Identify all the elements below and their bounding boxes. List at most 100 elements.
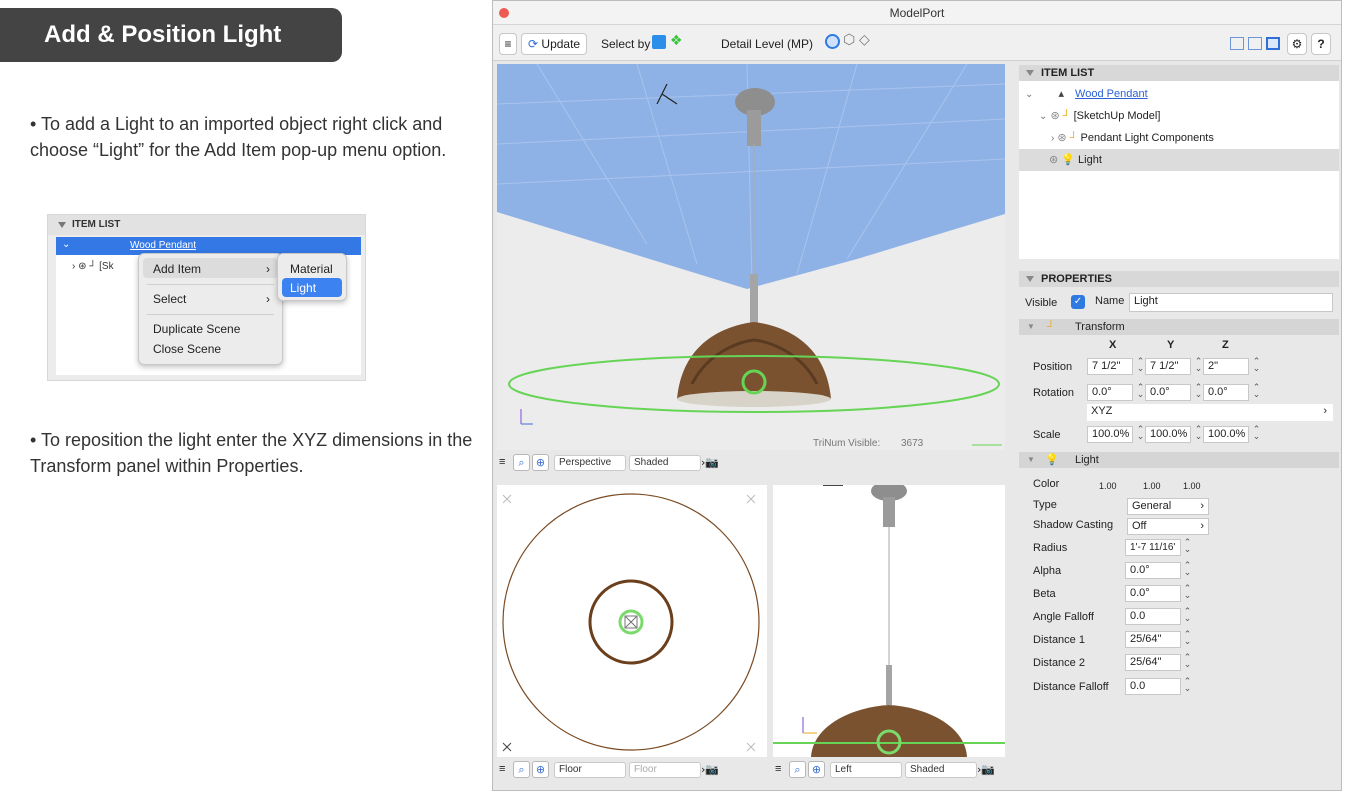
pendant-icon: ▴ (1058, 88, 1064, 100)
item-list-header[interactable]: ITEM LIST (1019, 65, 1339, 81)
render-mode-select[interactable]: Floor (629, 762, 701, 778)
close-window-button[interactable] (499, 8, 509, 18)
type-select[interactable]: General › (1127, 498, 1209, 515)
select-by-group-icon[interactable]: ❖ (670, 33, 683, 49)
detail-box-icon[interactable]: ⬡ (843, 32, 855, 48)
transform-header[interactable]: ▼ ┘ Transform (1019, 319, 1339, 335)
scale-x-stepper[interactable]: ⌃ ⌄ (1136, 426, 1145, 442)
perspective-viewport-bar: ≡ ⌕ ⊕ Perspective Shaded ›📷 (497, 453, 1005, 473)
axis-icon: ┘ (1069, 132, 1078, 144)
position-y-stepper[interactable]: ⌃ ⌄ (1194, 358, 1203, 374)
camera-select[interactable]: Left (830, 762, 902, 778)
perspective-viewport[interactable]: TriNum Visible: 3673 (497, 64, 1005, 450)
viewport-menu-icon[interactable]: ≡ (775, 763, 781, 775)
scale-label: Scale (1033, 429, 1061, 441)
scale-z-input[interactable]: 100.0% (1203, 426, 1249, 443)
distance-2-input[interactable]: 25/64" (1125, 654, 1181, 671)
shadow-casting-select[interactable]: Off › (1127, 518, 1209, 535)
color-r-value[interactable]: 1.00 (1099, 481, 1117, 491)
layout-quad-icon[interactable] (1266, 37, 1280, 50)
beta-stepper[interactable]: ⌃ ⌄ (1183, 585, 1192, 601)
submenu-item-material[interactable]: Material (290, 262, 333, 276)
visible-checkbox[interactable]: ✓ (1071, 295, 1085, 309)
render-mode-select[interactable]: Shaded (905, 762, 977, 778)
color-g-value[interactable]: 1.00 (1143, 481, 1161, 491)
position-x-stepper[interactable]: ⌃ ⌄ (1136, 358, 1145, 374)
name-input[interactable]: Light (1129, 293, 1333, 312)
zoom-in-icon[interactable]: ⊕ (532, 454, 549, 471)
collapse-triangle-icon: ▼ (1027, 322, 1035, 331)
menu-item-close-scene[interactable]: Close Scene (153, 342, 221, 356)
settings-gear-icon[interactable]: ⚙ (1287, 33, 1307, 55)
list-item[interactable]: › ⊛ ┘ Pendant Light Components (1051, 127, 1339, 149)
zoom-in-icon[interactable]: ⊕ (808, 761, 825, 778)
rotation-z-input[interactable]: 0.0° (1203, 384, 1249, 401)
menu-item-add-item[interactable]: Add Item (153, 262, 201, 276)
color-b-value[interactable]: 1.00 (1183, 481, 1201, 491)
list-item[interactable]: ⌄ ⊛ ┘ [SketchUp Model] (1039, 105, 1339, 127)
section-banner: Add & Position Light (0, 8, 342, 62)
floor-viewport[interactable] (497, 485, 767, 757)
camera-select[interactable]: Perspective (554, 455, 626, 471)
position-z-stepper[interactable]: ⌃ ⌄ (1252, 358, 1261, 374)
camera-snapshot-icon[interactable]: ›📷 (701, 763, 719, 776)
viewport-menu-icon[interactable]: ≡ (499, 456, 505, 468)
camera-snapshot-icon[interactable]: ›📷 (977, 763, 995, 776)
distance-falloff-input[interactable]: 0.0 (1125, 678, 1181, 695)
distance-1-stepper[interactable]: ⌃ ⌄ (1183, 631, 1192, 647)
position-y-input[interactable]: 7 1/2" (1145, 358, 1191, 375)
update-button[interactable]: ⟳ Update (521, 33, 587, 55)
help-button[interactable]: ? (1311, 33, 1331, 55)
properties-header[interactable]: PROPERTIES (1019, 271, 1339, 287)
zoom-icon[interactable]: ⌕ (513, 761, 530, 778)
rotation-y-stepper[interactable]: ⌃ ⌄ (1194, 384, 1203, 400)
detail-diamond-icon[interactable]: ◇ (859, 32, 870, 48)
layout-split-icon[interactable] (1248, 37, 1262, 50)
alpha-input[interactable]: 0.0° (1125, 562, 1181, 579)
position-x-input[interactable]: 7 1/2" (1087, 358, 1133, 375)
camera-select[interactable]: Floor (554, 762, 626, 778)
rotation-x-stepper[interactable]: ⌃ ⌄ (1136, 384, 1145, 400)
layout-single-icon[interactable] (1230, 37, 1244, 50)
zoom-in-icon[interactable]: ⊕ (532, 761, 549, 778)
viewport-menu-icon[interactable]: ≡ (499, 763, 505, 775)
menu-item-select[interactable]: Select (153, 292, 186, 306)
angle-falloff-label: Angle Falloff (1033, 611, 1094, 623)
beta-input[interactable]: 0.0° (1125, 585, 1181, 602)
scale-y-input[interactable]: 100.0% (1145, 426, 1191, 443)
rotation-z-stepper[interactable]: ⌃ ⌄ (1252, 384, 1261, 400)
list-item[interactable]: ⌄ ▴ Wood Pendant (1025, 83, 1339, 105)
distance-falloff-stepper[interactable]: ⌃ ⌄ (1183, 678, 1192, 694)
distance-2-stepper[interactable]: ⌃ ⌄ (1183, 654, 1192, 670)
left-viewport[interactable] (773, 485, 1005, 757)
scale-y-stepper[interactable]: ⌃ ⌄ (1194, 426, 1203, 442)
rotation-order-select[interactable]: XYZ › (1087, 404, 1333, 421)
context-menu-example: ITEM LIST ⌄ Wood Pendant › ⊛ ┘ [Sk Add I… (47, 214, 366, 381)
distance-1-input[interactable]: 25/64" (1125, 631, 1181, 648)
scale-z-stepper[interactable]: ⌃ ⌄ (1252, 426, 1261, 442)
position-z-input[interactable]: 2" (1203, 358, 1249, 375)
camera-snapshot-icon[interactable]: ›📷 (701, 456, 719, 469)
zoom-icon[interactable]: ⌕ (789, 761, 806, 778)
instruction-bullet-2: • To reposition the light enter the XYZ … (30, 430, 473, 476)
submenu-item-light[interactable]: Light (290, 281, 316, 295)
scale-x-input[interactable]: 100.0% (1087, 426, 1133, 443)
angle-falloff-input[interactable]: 0.0 (1125, 608, 1181, 625)
menu-item-duplicate-scene[interactable]: Duplicate Scene (153, 322, 240, 336)
list-item-selected[interactable]: ⊛ 💡 Light (1019, 149, 1339, 171)
light-header[interactable]: ▼ 💡 Light (1019, 452, 1339, 468)
rotation-y-input[interactable]: 0.0° (1145, 384, 1191, 401)
menu-list-icon[interactable]: ≡ (499, 33, 517, 55)
zoom-icon[interactable]: ⌕ (513, 454, 530, 471)
render-mode-select[interactable]: Shaded (629, 455, 701, 471)
radius-stepper[interactable]: ⌃ ⌄ (1183, 539, 1192, 555)
refresh-icon: ⟳ (528, 37, 539, 51)
select-by-object-icon[interactable] (652, 35, 666, 49)
radius-input[interactable]: 1'-7 11/16' (1125, 539, 1181, 556)
lightbulb-icon: 💡 (1045, 454, 1059, 466)
alpha-stepper[interactable]: ⌃ ⌄ (1183, 562, 1192, 578)
rotation-x-input[interactable]: 0.0° (1087, 384, 1133, 401)
menu-separator (147, 284, 274, 285)
angle-falloff-stepper[interactable]: ⌃ ⌄ (1183, 608, 1192, 624)
detail-wireframe-icon[interactable] (825, 34, 840, 49)
